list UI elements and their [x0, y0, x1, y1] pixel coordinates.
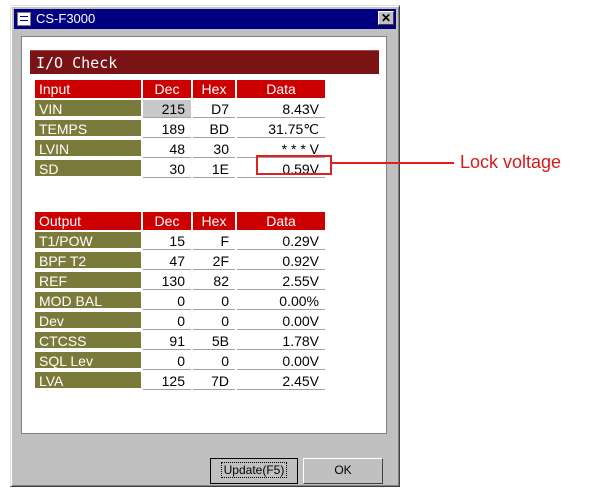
- data-header: Data: [237, 80, 325, 98]
- data-value: 0.00%: [237, 292, 325, 310]
- data-value: 31.75℃: [237, 120, 325, 138]
- table-row: SQL Lev 0 0 0.00V: [35, 352, 335, 370]
- row-name: SD: [35, 160, 141, 178]
- hex-header: Hex: [193, 80, 235, 98]
- table-row: Dev 0 0 0.00V: [35, 312, 335, 330]
- data-value: 2.45V: [237, 372, 325, 390]
- update-button-label: Update(F5): [220, 462, 288, 478]
- hex-value: 0: [193, 292, 235, 310]
- row-name: REF: [35, 272, 141, 290]
- title-bar[interactable]: CS-F3000 ✕: [14, 9, 396, 29]
- data-value: 0.92V: [237, 252, 325, 270]
- row-name: T1/POW: [35, 232, 141, 250]
- hex-value: D7: [193, 100, 235, 118]
- dec-value: 0: [143, 312, 191, 330]
- dec-value: 91: [143, 332, 191, 350]
- dec-value: 30: [143, 160, 191, 178]
- output-header-row: Output Dec Hex Data: [35, 212, 335, 230]
- output-header-label: Output: [35, 212, 141, 230]
- lock-voltage-label: Lock voltage: [460, 152, 562, 172]
- hex-value: F: [193, 232, 235, 250]
- table-row: T1/POW 15 F 0.29V: [35, 232, 335, 250]
- hex-value: 30: [193, 140, 235, 158]
- hex-value: 5B: [193, 332, 235, 350]
- hex-value: 1E: [193, 160, 235, 178]
- dec-value[interactable]: 215: [143, 100, 191, 118]
- table-row: MOD BAL 0 0 0.00%: [35, 292, 335, 310]
- hex-header: Hex: [193, 212, 235, 230]
- row-name: LVIN: [35, 140, 141, 158]
- data-header: Data: [237, 212, 325, 230]
- data-value: 2.55V: [237, 272, 325, 290]
- row-name: MOD BAL: [35, 292, 141, 310]
- dec-header: Dec: [143, 80, 191, 98]
- table-row: CTCSS 91 5B 1.78V: [35, 332, 335, 350]
- hex-value: 2F: [193, 252, 235, 270]
- update-button[interactable]: Update(F5): [210, 458, 298, 484]
- panel-header: I/O Check: [30, 50, 379, 74]
- panel-title: I/O Check: [36, 54, 118, 72]
- dec-value: 130: [143, 272, 191, 290]
- table-row: VIN 215 D7 8.43V: [35, 100, 335, 118]
- data-value: 0.29V: [237, 232, 325, 250]
- hex-value: 7D: [193, 372, 235, 390]
- row-name: BPF T2: [35, 252, 141, 270]
- dec-value: 47: [143, 252, 191, 270]
- table-row: TEMPS 189 BD 31.75℃: [35, 120, 335, 138]
- table-row: LVA 125 7D 2.45V: [35, 372, 335, 390]
- dec-value: 15: [143, 232, 191, 250]
- hex-value: 0: [193, 352, 235, 370]
- row-name: SQL Lev: [35, 352, 141, 370]
- row-name: Dev: [35, 312, 141, 330]
- dec-value: 189: [143, 120, 191, 138]
- data-value: 0.00V: [237, 312, 325, 330]
- dec-header: Dec: [143, 212, 191, 230]
- dec-value: 48: [143, 140, 191, 158]
- app-window: CS-F3000 ✕ I/O Check Input Dec Hex Data …: [10, 5, 400, 487]
- row-name: CTCSS: [35, 332, 141, 350]
- input-header-label: Input: [35, 80, 141, 98]
- table-row: BPF T2 47 2F 0.92V: [35, 252, 335, 270]
- dec-value: 125: [143, 372, 191, 390]
- hex-value: 0: [193, 312, 235, 330]
- input-header-row: Input Dec Hex Data: [35, 80, 335, 98]
- dec-value: 0: [143, 352, 191, 370]
- app-window-icon: [17, 12, 31, 26]
- data-value: 8.43V: [237, 100, 325, 118]
- window-title: CS-F3000: [36, 11, 96, 26]
- row-name: TEMPS: [35, 120, 141, 138]
- ok-button[interactable]: OK: [303, 458, 383, 484]
- hex-value: BD: [193, 120, 235, 138]
- io-check-panel: I/O Check Input Dec Hex Data VIN 215 D7 …: [21, 36, 387, 434]
- hex-value: 82: [193, 272, 235, 290]
- table-row: REF 130 82 2.55V: [35, 272, 335, 290]
- close-icon[interactable]: ✕: [378, 11, 394, 25]
- lock-voltage-highlight: [256, 155, 332, 175]
- dec-value: 0: [143, 292, 191, 310]
- data-value: 0.00V: [237, 352, 325, 370]
- row-name: VIN: [35, 100, 141, 118]
- data-value: 1.78V: [237, 332, 325, 350]
- callout-line: [332, 162, 454, 164]
- row-name: LVA: [35, 372, 141, 390]
